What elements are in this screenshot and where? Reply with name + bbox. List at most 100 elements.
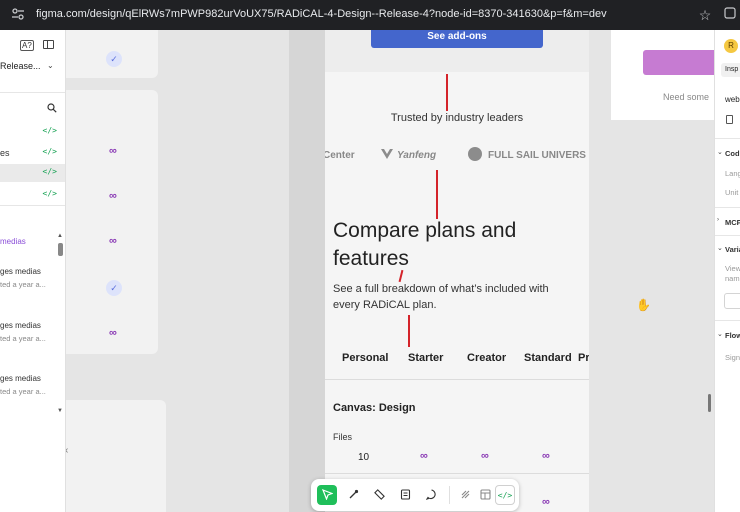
language-label: Lang [725, 169, 740, 178]
comment-tool-icon[interactable] [421, 485, 441, 505]
compare-subtitle-line2: every RADiCAL plan. [333, 299, 437, 311]
annotation-line [436, 170, 438, 219]
need-some-text: Need some [663, 92, 710, 102]
logo-yanfeng: Yanfeng [397, 150, 437, 161]
divider [0, 205, 65, 206]
text-style-icon[interactable]: A? [20, 40, 34, 51]
name-label: nam [725, 274, 740, 283]
plan-card [66, 400, 166, 512]
layer-row[interactable]: </> [0, 126, 65, 146]
media-title: ges medias [0, 321, 41, 330]
annotation-line [446, 74, 448, 111]
media-title: ges medias [0, 267, 41, 276]
section-variables[interactable]: Varia [725, 245, 740, 254]
compare-title-line2: features [333, 247, 409, 270]
divider [0, 92, 65, 93]
compare-title-line1: Compare plans and [333, 219, 517, 242]
file-icon [726, 115, 733, 124]
site-settings-icon[interactable] [10, 7, 26, 23]
annotation-line [398, 269, 404, 283]
see-addons-button[interactable]: See add-ons [371, 30, 543, 48]
view-label: View [725, 264, 740, 273]
media-link[interactable]: medias [0, 237, 26, 246]
plan-standard: Standard [524, 352, 572, 364]
logo-full-sail: FULL SAIL UNIVERS [488, 150, 586, 161]
plan-personal: Personal [342, 352, 389, 364]
inspector-panel: R Insp web ⌄ Cod Lang Unit › MCP ⌄ Varia… [714, 30, 740, 512]
ruler-tool-icon[interactable] [369, 485, 389, 505]
files-label: Files [333, 432, 353, 442]
chevron-right-icon[interactable]: › [717, 217, 719, 223]
media-item[interactable]: ges medias ted a year a... [0, 374, 56, 414]
section-flow[interactable]: Flow [725, 331, 740, 340]
search-icon[interactable] [47, 100, 57, 113]
design-canvas[interactable]: ✓ ∞ ∞ ∞ ✓ ∞ ‹ See add-ons Trusted by ind… [66, 30, 714, 512]
annotation-tool-icon[interactable] [395, 485, 415, 505]
section-mcp[interactable]: MCP [725, 218, 740, 227]
plan-creator: Creator [467, 352, 507, 364]
code-icon: </> [42, 189, 57, 198]
divider [715, 320, 740, 321]
infinity-icon: ∞ [109, 327, 117, 339]
layers-panel: A? Release... ⌄ </> es </> </> </> media… [0, 30, 66, 512]
avatar[interactable]: R [724, 39, 738, 53]
full-sail-logo-icon [468, 147, 482, 161]
annotation-line [408, 315, 410, 347]
code-icon: </> [42, 167, 57, 176]
scrollbar-thumb[interactable] [58, 243, 63, 256]
purple-cta-button[interactable] [643, 50, 714, 75]
tab-inspect[interactable]: Insp [721, 63, 740, 77]
media-subtitle: ted a year a... [0, 334, 46, 343]
scroll-down-arrow-icon[interactable]: ▼ [57, 408, 63, 414]
bottom-toolbar: </> [311, 479, 519, 511]
layer-row-selected[interactable]: </> [0, 164, 65, 182]
divider [715, 138, 740, 139]
chevron-down-icon[interactable]: ⌄ [717, 244, 723, 252]
check-icon: ✓ [106, 280, 122, 296]
check-icon: ✓ [106, 51, 122, 67]
plan-card [66, 90, 158, 354]
selected-layer-name: web [725, 95, 740, 104]
media-subtitle: ted a year a... [0, 280, 46, 289]
layer-row[interactable]: </> [0, 189, 65, 209]
divider [325, 473, 589, 474]
plan-pro: Pr [578, 352, 589, 364]
dev-mode-toggle-icon[interactable]: </> [495, 485, 515, 505]
infinity-icon: ∞ [542, 450, 550, 462]
panel-toggle-icon[interactable] [43, 40, 54, 49]
extensions-icon[interactable] [722, 7, 738, 23]
trusted-heading: Trusted by industry leaders [390, 112, 524, 124]
section-code[interactable]: Cod [725, 149, 740, 158]
browser-address-bar: figma.com/design/qElRWs7mPWP982urVoUX75/… [0, 0, 740, 30]
ai-tool-icon[interactable] [455, 485, 475, 505]
file-name[interactable]: Release... [0, 61, 41, 71]
infinity-icon: ∞ [420, 450, 428, 462]
media-subtitle: ted a year a... [0, 387, 46, 396]
layer-label: es [0, 148, 10, 158]
eyedropper-tool-icon[interactable] [343, 485, 363, 505]
chevron-down-icon[interactable]: ⌄ [717, 330, 723, 338]
url-field[interactable]: figma.com/design/qElRWs7mPWP982urVoUX75/… [36, 8, 607, 20]
infinity-icon: ∞ [109, 190, 117, 202]
view-variables-button[interactable] [724, 293, 740, 309]
section-title: Canvas: Design [333, 402, 416, 414]
media-item[interactable]: ges medias ted a year a... [0, 321, 56, 361]
infinity-icon: ∞ [542, 496, 550, 508]
divider [715, 235, 740, 236]
files-personal-value: 10 [358, 452, 370, 463]
bookmark-star-icon[interactable]: ☆ [697, 7, 713, 23]
chevron-down-icon[interactable]: ⌄ [717, 148, 723, 156]
pricing-frame[interactable]: See add-ons Trusted by industry leaders … [325, 30, 589, 512]
chevron-down-icon[interactable]: ⌄ [47, 61, 54, 70]
tab-inspect-label: Insp [725, 66, 739, 73]
media-item[interactable]: ges medias ted a year a... [0, 267, 56, 307]
signal-label: Signa [725, 353, 740, 362]
canvas-scrollbar[interactable] [708, 394, 711, 412]
plugins-tool-icon[interactable] [475, 485, 495, 505]
unit-label: Unit [725, 188, 739, 197]
collapse-left-icon[interactable]: ‹ [66, 445, 68, 456]
scroll-up-arrow-icon[interactable]: ▲ [57, 233, 63, 239]
divider [715, 207, 740, 208]
infinity-icon: ∞ [109, 235, 117, 247]
move-tool-icon[interactable] [317, 485, 337, 505]
